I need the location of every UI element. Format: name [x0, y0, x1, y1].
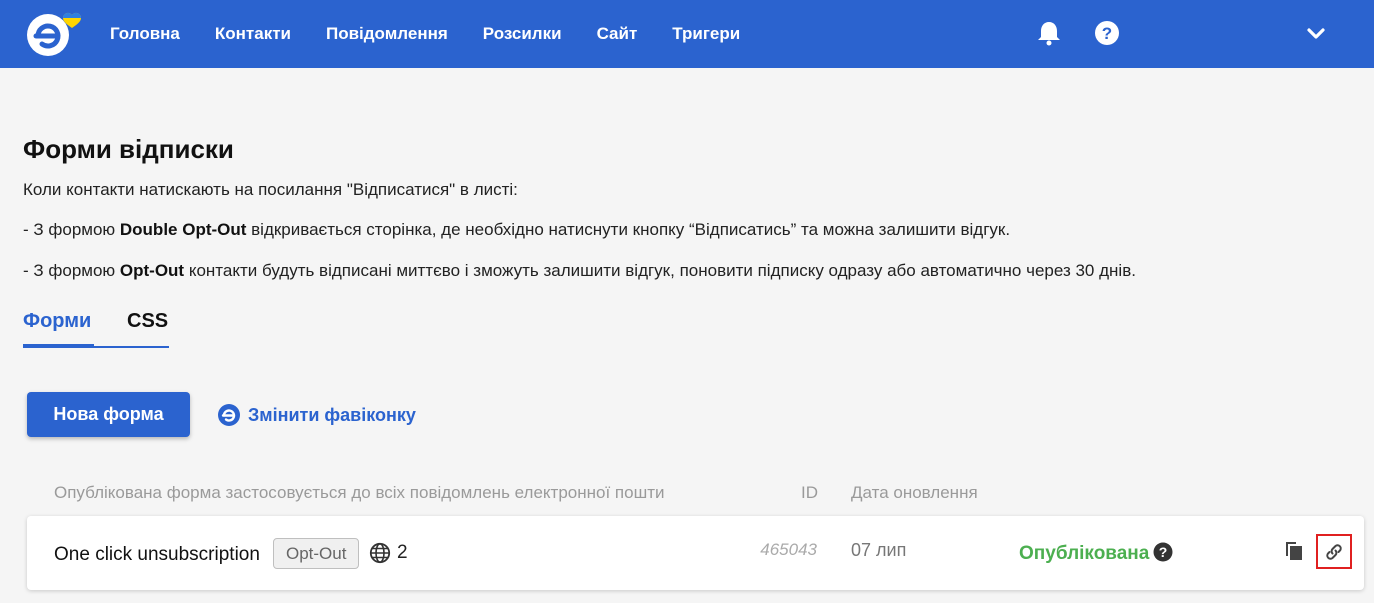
chevron-down-icon[interactable]	[1303, 20, 1329, 46]
page-title: Форми відписки	[23, 134, 234, 164]
desc-bold: Double Opt-Out	[119, 220, 247, 239]
change-favicon-link[interactable]: Змінити фавіконку	[217, 402, 416, 428]
desc-bold: Opt-Out	[119, 261, 185, 280]
desc-suffix: контакти будуть відписані миттєво і змож…	[184, 261, 1136, 280]
status-badge: Опублікована	[1019, 543, 1150, 564]
main-nav: Головна Контакти Повідомлення Розсилки С…	[110, 0, 775, 68]
desc-prefix: - З формою	[23, 220, 120, 239]
active-tab-indicator	[23, 344, 94, 348]
svg-text:?: ?	[1102, 24, 1112, 43]
column-header-name: Опублікована форма застосовується до всі…	[54, 483, 665, 502]
double-opt-out-description: - З формою Double Opt-Out відкривається …	[23, 220, 1010, 240]
form-type-badge: Opt-Out	[273, 538, 360, 569]
question-circle-icon[interactable]: ?	[1094, 20, 1120, 46]
esputnik-logo-icon	[218, 404, 240, 426]
globe-icon	[369, 542, 391, 564]
desc-suffix: відкривається сторінка, де необхідно нат…	[246, 220, 1011, 239]
change-favicon-label: Змінити фавіконку	[248, 404, 416, 425]
updated-date: 07 лип	[851, 540, 907, 560]
logo-icon[interactable]	[24, 8, 92, 60]
nav-triggers[interactable]: Тригери	[672, 24, 740, 44]
table-row[interactable]: One click unsubscription Opt-Out 2 46504…	[27, 516, 1364, 590]
help-icon[interactable]: ?	[1153, 542, 1173, 562]
form-name[interactable]: One click unsubscription	[54, 544, 260, 566]
column-header-updated: Дата оновлення	[851, 483, 978, 502]
tabs: Форми CSS	[23, 308, 169, 348]
svg-text:?: ?	[1159, 544, 1168, 560]
new-form-button[interactable]: Нова форма	[27, 392, 190, 437]
tab-forms[interactable]: Форми	[23, 310, 91, 333]
nav-contacts[interactable]: Контакти	[215, 24, 291, 44]
opt-out-description: - З формою Opt-Out контакти будуть відпи…	[23, 261, 1136, 281]
top-navbar: Головна Контакти Повідомлення Розсилки С…	[0, 0, 1374, 68]
nav-campaigns[interactable]: Розсилки	[483, 24, 562, 44]
desc-prefix: - З формою	[23, 261, 120, 280]
nav-site[interactable]: Сайт	[597, 24, 638, 44]
link-icon	[1326, 543, 1342, 560]
nav-home[interactable]: Головна	[110, 24, 180, 44]
link-button[interactable]	[1316, 534, 1352, 569]
intro-text: Коли контакти натискають на посилання "В…	[23, 180, 518, 199]
nav-messages[interactable]: Повідомлення	[326, 24, 448, 44]
tab-css[interactable]: CSS	[127, 310, 168, 333]
form-id: 465043	[760, 540, 817, 559]
column-header-id: ID	[801, 483, 818, 502]
copy-icon[interactable]	[1284, 540, 1304, 562]
bell-icon[interactable]	[1036, 20, 1062, 46]
languages-count: 2	[397, 542, 408, 563]
